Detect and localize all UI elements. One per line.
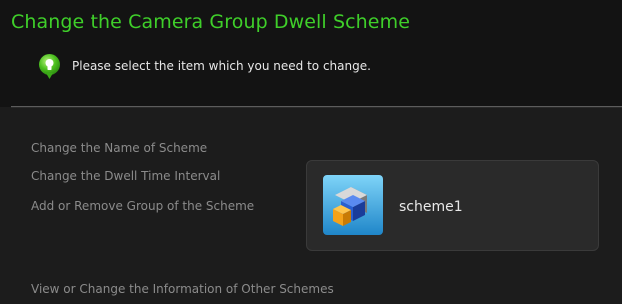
change-dwell-interval-link[interactable]: Change the Dwell Time Interval (31, 169, 220, 183)
divider-highlight (11, 107, 622, 108)
hint-text: Please select the item which you need to… (72, 59, 371, 73)
add-remove-group-link[interactable]: Add or Remove Group of the Scheme (31, 199, 254, 213)
page-title: Change the Camera Group Dwell Scheme (11, 11, 410, 33)
header: Change the Camera Group Dwell Scheme Ple… (0, 0, 622, 107)
change-name-link[interactable]: Change the Name of Scheme (31, 141, 207, 155)
view-other-schemes-link[interactable]: View or Change the Information of Other … (31, 282, 334, 296)
scheme-item[interactable]: scheme1 (306, 160, 599, 251)
scheme-cubes-icon (323, 175, 383, 235)
lightbulb-hint-icon (39, 54, 60, 79)
scheme-name: scheme1 (399, 199, 463, 215)
